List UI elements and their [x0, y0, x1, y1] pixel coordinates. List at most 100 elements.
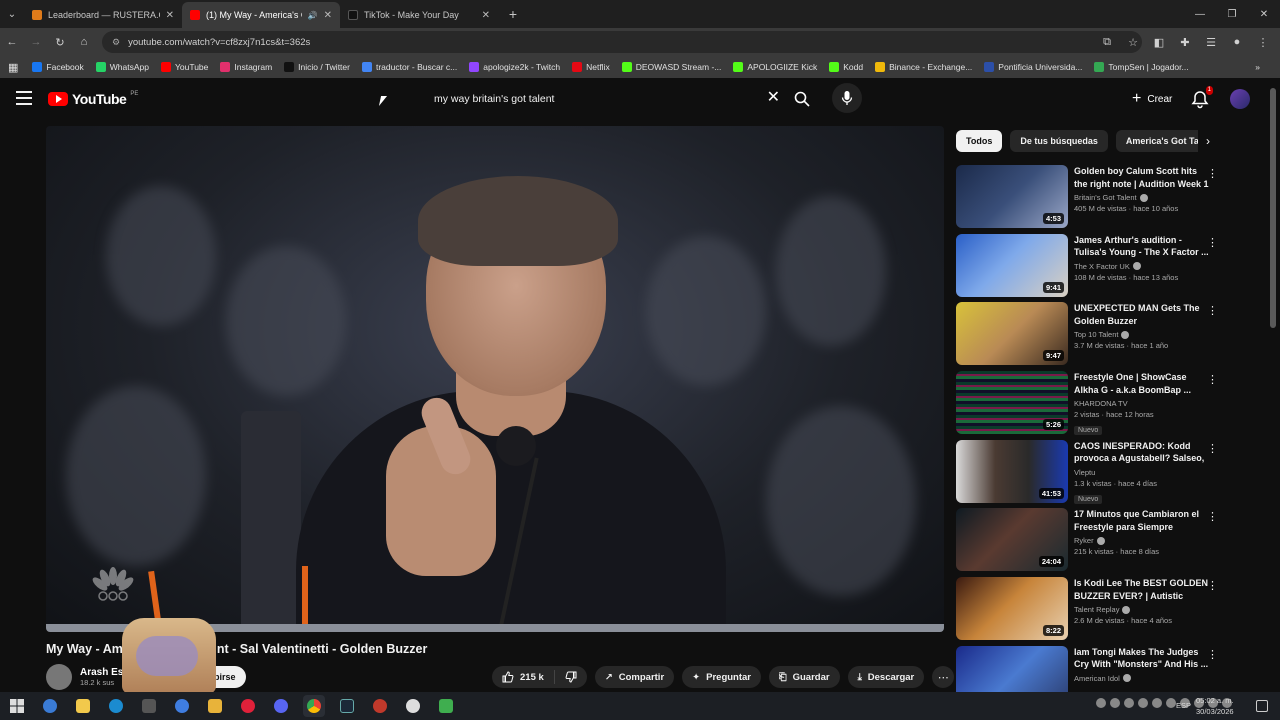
video-thumbnail[interactable]: 41:53 [956, 439, 1068, 503]
video-title[interactable]: Is Kodi Lee The BEST GOLDEN BUZZER EVER?… [1074, 577, 1210, 602]
edge-icon[interactable] [105, 695, 127, 717]
store-icon[interactable] [72, 695, 94, 717]
bookmark-item[interactable]: DEOWASD Stream -... [616, 57, 728, 77]
video-options-icon[interactable]: ⋮ [1207, 304, 1218, 317]
recommended-video[interactable]: 41:53 CAOS INESPERADO: Kodd provoca a Agu… [956, 439, 1226, 509]
chevron-right-icon[interactable]: › [1198, 130, 1218, 152]
video-channel[interactable]: The X Factor UK [1074, 262, 1210, 271]
recommended-video[interactable]: 5:26 Freestyle One | ShowCase Alkha G - a… [956, 371, 1226, 440]
system-clock[interactable]: 05:02 a. m. 30/03/2026 [1196, 695, 1234, 717]
forward-icon[interactable]: → [24, 30, 48, 54]
video-title[interactable]: James Arthur's audition - Tulisa's Young… [1074, 234, 1210, 259]
video-thumbnail[interactable]: 5:26 [956, 371, 1068, 435]
app-icon[interactable] [171, 695, 193, 717]
video-options-icon[interactable]: ⋮ [1207, 648, 1218, 661]
channel-name[interactable]: Arash Es [80, 667, 123, 678]
account-avatar[interactable] [1230, 89, 1250, 109]
opera-icon[interactable] [237, 695, 259, 717]
video-thumbnail[interactable]: 8:22 [956, 577, 1068, 641]
tab-audio-icon[interactable]: 🔊 [308, 11, 318, 20]
file-explorer-icon[interactable] [204, 695, 226, 717]
video-player[interactable] [46, 126, 944, 632]
video-channel[interactable]: Talent Replay [1074, 605, 1210, 614]
browser-tab-1[interactable]: (1) My Way - America's Got 🔊 ✕ [182, 2, 340, 28]
create-button[interactable]: + Crear [1122, 86, 1182, 112]
bookmark-item[interactable]: apologize2k - Twitch [463, 57, 566, 77]
tab-close-icon[interactable]: ✕ [166, 10, 174, 21]
tab-close-icon[interactable]: ✕ [482, 10, 490, 21]
tray-icon[interactable] [1166, 698, 1176, 708]
bookmarks-overflow-icon[interactable]: » [1249, 57, 1266, 77]
youtube-logo[interactable]: YouTube PE [48, 91, 138, 107]
search-input[interactable]: my way britain's got talent ✕ [420, 84, 790, 114]
chrome-icon[interactable] [302, 695, 325, 717]
tray-icon[interactable] [1152, 698, 1162, 708]
minimize-icon[interactable]: — [1184, 0, 1216, 28]
clear-search-icon[interactable]: ✕ [767, 90, 780, 106]
recommended-video[interactable]: 24:04 17 Minutos que Cambiaron el Freesty… [956, 508, 1226, 577]
app-icon[interactable] [402, 695, 424, 717]
recommended-video[interactable]: 4:53 Golden boy Calum Scott hits the righ… [956, 165, 1226, 234]
video-channel[interactable]: Vleptu [1074, 468, 1210, 477]
video-title[interactable]: 17 Minutos que Cambiaron el Freestyle pa… [1074, 508, 1210, 533]
save-button[interactable]: ⎗ Guardar [769, 666, 840, 688]
bookmark-item[interactable]: WhatsApp [90, 57, 155, 77]
dislike-button[interactable] [555, 671, 587, 683]
language-indicator[interactable]: ESP [1176, 701, 1191, 710]
bookmark-item[interactable]: APOLOGIIZE Kick [727, 57, 823, 77]
video-thumbnail[interactable]: 9:47 [956, 302, 1068, 366]
video-thumbnail[interactable]: 24:04 [956, 508, 1068, 572]
back-icon[interactable]: ← [0, 30, 24, 54]
tray-icon[interactable] [1096, 698, 1106, 708]
like-button[interactable]: 215 k [492, 670, 555, 684]
video-channel[interactable]: Ryker [1074, 536, 1210, 545]
bookmark-star-icon[interactable]: ☆ [1122, 31, 1144, 53]
bookmark-item[interactable]: Facebook [26, 57, 89, 77]
site-info-icon[interactable]: ⚙ [112, 37, 120, 48]
tray-icon[interactable] [1138, 698, 1148, 708]
share-button[interactable]: ↗ Compartir [594, 666, 675, 688]
reading-list-icon[interactable]: ☰ [1200, 31, 1222, 53]
tab-search-icon[interactable]: ⌄ [0, 0, 24, 28]
video-title[interactable]: Freestyle One | ShowCase Alkha G - a.k.a… [1074, 371, 1210, 396]
download-button[interactable]: ⤓ Descargar [847, 666, 925, 688]
video-options-icon[interactable]: ⋮ [1207, 579, 1218, 592]
recommended-video[interactable]: 8:22 Is Kodi Lee The BEST GOLDEN BUZZER E… [956, 577, 1226, 646]
browser-tab-2[interactable]: TikTok - Make Your Day ✕ [340, 2, 498, 28]
reload-icon[interactable]: ↻ [48, 30, 72, 54]
search-button[interactable] [788, 86, 816, 112]
video-channel[interactable]: American Idol [1074, 674, 1210, 683]
bookmark-item[interactable]: TompSen | Jogador... [1088, 57, 1194, 77]
video-options-icon[interactable]: ⋮ [1207, 510, 1218, 523]
new-tab-button[interactable]: + [502, 3, 524, 25]
app-icon[interactable] [138, 695, 160, 717]
home-icon[interactable]: ⌂ [72, 30, 96, 54]
search-app-icon[interactable] [39, 695, 61, 717]
bookmark-item[interactable]: Inicio / Twitter [278, 57, 356, 77]
video-title[interactable]: Golden boy Calum Scott hits the right no… [1074, 165, 1210, 190]
video-thumbnail[interactable]: 9:41 [956, 233, 1068, 297]
page-scrollbar[interactable] [1270, 88, 1276, 328]
bookmark-item[interactable]: Kodd [823, 57, 869, 77]
recommended-video[interactable]: 9:47 UNEXPECTED MAN Gets The Golden Buzze… [956, 302, 1226, 371]
app-icon[interactable] [369, 695, 391, 717]
bookmark-item[interactable]: Pontificia Universida... [978, 57, 1088, 77]
restore-icon[interactable]: ❐ [1216, 0, 1248, 28]
install-icon[interactable]: ⧉ [1096, 31, 1118, 53]
ask-button[interactable]: ✦ Preguntar [682, 666, 761, 688]
profile-icon[interactable]: ● [1226, 31, 1248, 53]
video-options-icon[interactable]: ⋮ [1207, 442, 1218, 455]
bookmark-item[interactable]: YouTube [155, 57, 214, 77]
notifications-button[interactable]: 1 [1190, 86, 1213, 109]
steam-icon[interactable] [336, 695, 358, 717]
video-options-icon[interactable]: ⋮ [1207, 167, 1218, 180]
windows-start-icon[interactable] [6, 695, 28, 717]
recommended-video[interactable]: 9:41 James Arthur's audition - Tulisa's Y… [956, 233, 1226, 303]
video-channel[interactable]: KHARDONA TV [1074, 399, 1210, 408]
bookmark-item[interactable]: Binance - Exchange... [869, 57, 978, 77]
menu-icon[interactable] [16, 91, 32, 105]
filter-chip[interactable]: Todos [956, 130, 1003, 152]
apps-grid-icon[interactable]: ▦ [6, 57, 26, 77]
extensions-puzzle-icon[interactable]: ✚ [1174, 31, 1196, 53]
filter-chip[interactable]: De tus búsquedas [1010, 130, 1108, 152]
